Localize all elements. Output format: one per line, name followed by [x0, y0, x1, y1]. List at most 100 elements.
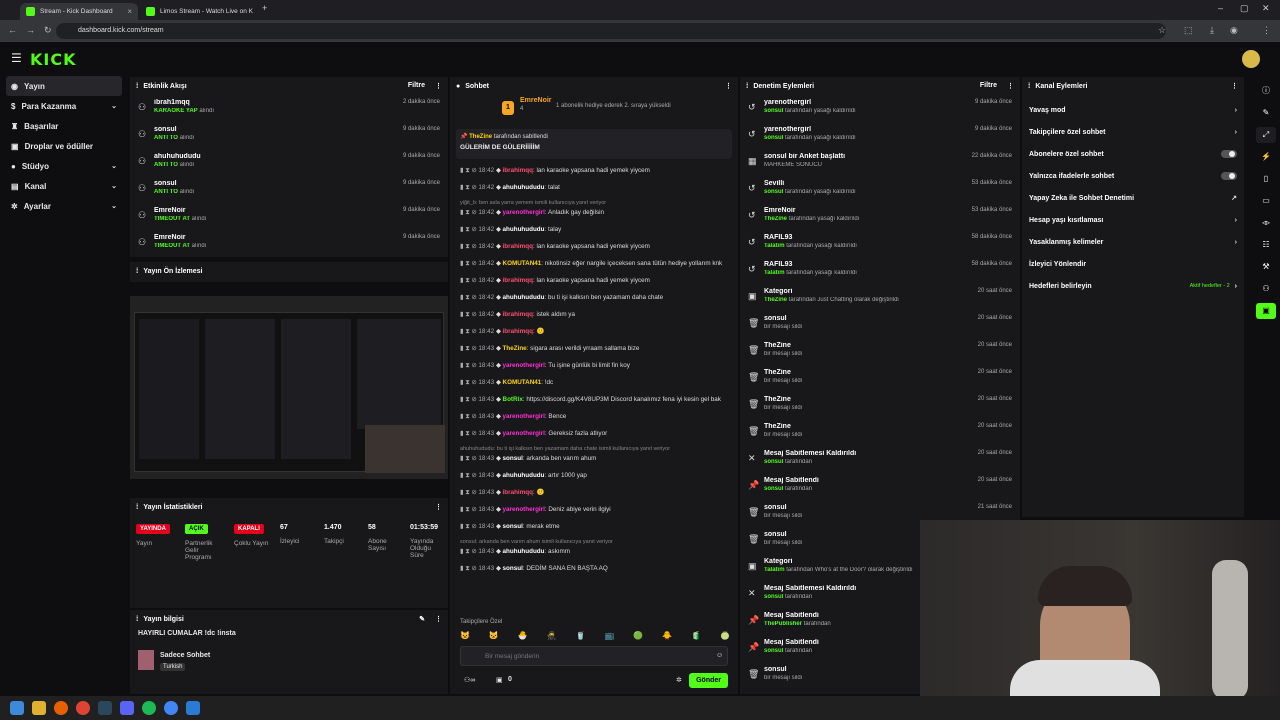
chat-message[interactable]: ▮ ⧗ ⊘ 18:43 ◆ ahuhuhududu: askımm — [450, 546, 738, 563]
moderation-item[interactable]: 📌 Mesaj Sabitlendi sonsul tarafından 20 … — [740, 473, 1020, 500]
kick-action-icon[interactable]: ▣ — [1256, 303, 1276, 319]
download-icon[interactable]: ⤓ — [1210, 25, 1214, 36]
mod-tools-icon[interactable]: ▮ ⧗ ⊘ — [460, 506, 478, 513]
sidebar-item-ayarlar[interactable]: ✲ Ayarlar ⌄ — [6, 196, 122, 216]
more-options-icon[interactable]: ⋮ — [435, 503, 442, 511]
drag-handle-icon[interactable]: ⁞ — [1028, 83, 1030, 90]
chat-username[interactable]: ibrahimqq — [503, 328, 533, 335]
notepad-icon[interactable] — [186, 701, 200, 715]
chat-username[interactable]: yarenothergirl — [503, 362, 545, 369]
gift-icon[interactable]: ▣ — [496, 676, 503, 684]
moderation-item[interactable]: ↺ RAFIL93 Talatım tarafından yasağı kald… — [740, 257, 1020, 284]
activity-item[interactable]: ⚇ sonsul ANTİ TO alındı 9 dakika önce — [130, 176, 448, 203]
moderation-item[interactable]: 🗑 TheZine bir mesajı sildi 20 saat önce — [740, 338, 1020, 365]
chat-message[interactable]: ▮ ⧗ ⊘ 18:43 ◆ yarenothergirl: Gereksiz f… — [450, 428, 738, 445]
chat-username[interactable]: ibrahimqq — [503, 167, 533, 174]
mod-tools-icon[interactable]: ▮ ⧗ ⊘ — [460, 472, 478, 479]
stream-preview-video[interactable] — [130, 296, 448, 479]
mod-tools-icon[interactable]: ▮ ⧗ ⊘ — [460, 294, 478, 301]
emote-bar[interactable]: 😺 🐱 🐣 🥷 🥤 📺 🟢 🐥 🧃 🍈 — [460, 631, 730, 641]
mod-tools-icon[interactable]: ▮ ⧗ ⊘ — [460, 413, 478, 420]
chrome-icon[interactable] — [164, 701, 178, 715]
mod-tools-icon[interactable]: ▮ ⧗ ⊘ — [460, 548, 478, 555]
chat-message[interactable]: ▮ ⧗ ⊘ 18:43 ◆ KOMUTAN41: !dc — [450, 377, 738, 394]
sidebar-item-yayin[interactable]: ◉ Yayın — [6, 76, 122, 96]
emote-icon[interactable]: 🟢 — [633, 631, 643, 641]
chat-input[interactable] — [460, 646, 728, 666]
more-options-icon[interactable]: ⋮ — [1231, 82, 1238, 90]
moderation-item[interactable]: 🗑 TheZine bir mesajı sildi 20 saat önce — [740, 392, 1020, 419]
chevron-right-icon[interactable]: › — [1235, 217, 1237, 224]
mod-tools-icon[interactable]: ▮ ⧗ ⊘ — [460, 226, 478, 233]
drag-handle-icon[interactable]: ⁞ — [136, 83, 138, 90]
mod-tools-icon[interactable]: ▮ ⧗ ⊘ — [460, 345, 478, 352]
chat-username[interactable]: yarenothergirl — [503, 413, 545, 420]
tab-limos-stream[interactable]: Limos Stream - Watch Live on K × — [140, 3, 258, 20]
drag-handle-icon[interactable]: ⁞ — [136, 268, 138, 275]
toggle-switch[interactable] — [1221, 150, 1237, 158]
channel-action-item[interactable]: Yasaklanmış kelimeler › — [1022, 231, 1244, 253]
chat-message[interactable]: ▮ ⧗ ⊘ 18:43 ◆ ibrahimqq: 🙂 — [450, 487, 738, 504]
moderation-item[interactable]: 🗑 TheZine bir mesajı sildi 20 saat önce — [740, 419, 1020, 446]
chat-bubble-icon[interactable]: ▭ — [1256, 193, 1276, 209]
mod-tools-icon[interactable]: ▮ ⧗ ⊘ — [460, 523, 478, 530]
moderation-item[interactable]: 🗑 TheZine bir mesajı sildi 20 saat önce — [740, 365, 1020, 392]
chat-username[interactable]: ahuhuhududu — [503, 226, 545, 233]
chat-message[interactable]: ▮ ⧗ ⊘ 18:42 ◆ ibrahimqq: lan karaoke yap… — [450, 275, 738, 292]
chat-username[interactable]: KOMUTAN41 — [503, 379, 542, 386]
drag-handle-icon[interactable]: ⁞ — [136, 504, 138, 511]
moderation-item[interactable]: ✕ Mesaj Sabitlemesi Kaldırıldı sonsul ta… — [740, 446, 1020, 473]
emote-icon[interactable]: 📺 — [604, 631, 614, 641]
gear-icon[interactable]: ✲ — [676, 676, 682, 684]
channel-action-item[interactable]: Yapay Zeka ile Sohbet Denetimi ↗ — [1022, 187, 1244, 209]
chat-message[interactable]: ▮ ⧗ ⊘ 18:43 ◆ sonsul: merak etme — [450, 521, 738, 538]
chat-message[interactable]: ▮ ⧗ ⊘ 18:43 ◆ yarenothergirl: Bence — [450, 411, 738, 428]
moderation-item[interactable]: ▣ Kategori TheZine tarafından Just Chatt… — [740, 284, 1020, 311]
chat-username[interactable]: ibrahimqq — [503, 311, 533, 318]
mod-tools-icon[interactable]: ▮ ⧗ ⊘ — [460, 489, 478, 496]
sidebar-item-kanal[interactable]: ▤ Kanal ⌄ — [6, 176, 122, 196]
mod-tools-icon[interactable]: ▮ ⧗ ⊘ — [460, 565, 478, 572]
chat-message[interactable]: ▮ ⧗ ⊘ 18:43 ◆ BotRix: https://discord.gg… — [450, 394, 738, 411]
sidebar-item-para-kazanma[interactable]: $ Para Kazanma ⌄ — [6, 96, 122, 116]
mod-tools-icon[interactable]: ▮ ⧗ ⊘ — [460, 362, 478, 369]
drag-handle-icon[interactable]: ⁞ — [136, 616, 138, 623]
chat-message[interactable]: ▮ ⧗ ⊘ 18:42 ◆ yarenothergirl: Anladık ga… — [450, 207, 738, 224]
windows-start-icon[interactable] — [10, 701, 24, 715]
info-icon[interactable]: ⓘ — [1256, 83, 1276, 99]
chat-username[interactable]: sonsul — [503, 455, 523, 462]
chat-username[interactable]: ahuhuhududu — [503, 548, 545, 555]
channel-action-item[interactable]: Yalnızca ifadelerle sohbet — [1022, 165, 1244, 187]
mod-tools-icon[interactable]: ▮ ⧗ ⊘ — [460, 260, 478, 267]
opera-icon[interactable] — [76, 701, 90, 715]
emote-icon[interactable]: 🐱 — [489, 631, 499, 641]
mod-tools-icon[interactable]: ▮ ⧗ ⊘ — [460, 311, 478, 318]
browser-menu-icon[interactable]: ⋮ — [1262, 25, 1271, 36]
mod-tools-icon[interactable]: ▮ ⧗ ⊘ — [460, 328, 478, 335]
emoji-picker-icon[interactable]: ☺ — [716, 652, 723, 659]
chat-username[interactable]: ibrahimqq — [503, 243, 533, 250]
chat-message[interactable]: ▮ ⧗ ⊘ 18:43 ◆ sonsul: DEDİM SANA EN BAŞT… — [450, 563, 738, 580]
chat-message[interactable]: ▮ ⧗ ⊘ 18:42 ◆ ibrahimqq: istek aldım ya — [450, 309, 738, 326]
mod-tools-icon[interactable]: ▮ ⧗ ⊘ — [460, 209, 478, 216]
chat-message[interactable]: ▮ ⧗ ⊘ 18:43 ◆ yarenothergirl: Tu işine g… — [450, 360, 738, 377]
layout-icon[interactable]: ☷ — [1256, 237, 1276, 253]
chat-username[interactable]: KOMUTAN41 — [503, 260, 542, 267]
more-options-icon[interactable]: ⋮ — [725, 82, 732, 90]
file-explorer-icon[interactable] — [32, 701, 46, 715]
steam-icon[interactable] — [98, 701, 112, 715]
mod-tools-icon[interactable]: ▮ ⧗ ⊘ — [460, 167, 478, 174]
avatar[interactable] — [1242, 50, 1260, 68]
forward-icon[interactable]: → — [26, 25, 35, 35]
chat-message[interactable]: ▮ ⧗ ⊘ 18:42 ◆ ahuhuhududu: talat — [450, 182, 738, 199]
moderation-item[interactable]: 🗑 sonsul bir mesajı sildi 20 saat önce — [740, 311, 1020, 338]
reload-icon[interactable]: ↻ — [44, 25, 52, 36]
discord-icon[interactable] — [120, 701, 134, 715]
chat-message[interactable]: ▮ ⧗ ⊘ 18:42 ◆ ahuhuhududu: talay — [450, 224, 738, 241]
chat-username[interactable]: yarenothergirl — [503, 430, 545, 437]
activity-item[interactable]: ⚇ ibrah1mqq KARAOKE YAP alındı 2 dakika … — [130, 95, 448, 122]
activity-item[interactable]: ⚇ ahuhuhududu ANTİ TO alındı 9 dakika ön… — [130, 149, 448, 176]
edit-icon[interactable]: ✎ — [1256, 105, 1276, 121]
close-tab-icon[interactable]: × — [127, 7, 132, 16]
mod-tools-icon[interactable]: ▮ ⧗ ⊘ — [460, 455, 478, 462]
